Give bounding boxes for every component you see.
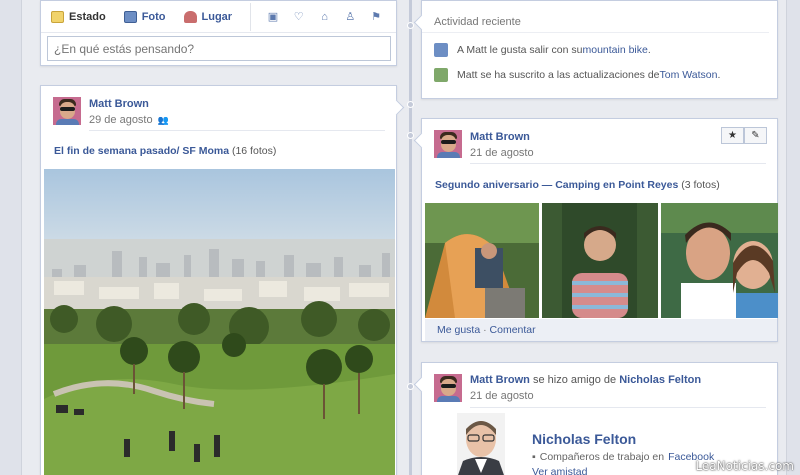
activity-suffix: .: [717, 68, 721, 81]
friendship-verb: se hizo amigo de: [532, 374, 617, 386]
life-event-work-icon[interactable]: ▣: [267, 11, 279, 23]
avatar[interactable]: [53, 97, 81, 125]
tab-place[interactable]: Lugar: [183, 10, 233, 23]
album-photo-tent[interactable]: [425, 203, 539, 318]
status-icon: [51, 10, 64, 23]
album-count: (3 fotos): [681, 179, 720, 191]
activity-title: Actividad reciente: [422, 1, 769, 33]
friend-card-name[interactable]: Nicholas Felton: [532, 431, 636, 447]
composer-tabs: Estado Foto Lugar ▣ ♡ ⌂ ♙ ⚑: [41, 1, 396, 33]
album-link[interactable]: El fin de semana pasado/ SF Moma: [54, 145, 229, 157]
pencil-icon[interactable]: ✎: [744, 127, 767, 144]
life-event-health-icon[interactable]: ♙: [344, 11, 356, 23]
activity-item: A Matt le gusta salir con su mountain bi…: [422, 37, 777, 62]
see-friendship-link[interactable]: Ver amistad: [532, 466, 587, 475]
page-left-gutter: [0, 0, 22, 475]
album-title-line: El fin de semana pasado/ SF Moma (16 fot…: [54, 145, 276, 157]
status-composer: Estado Foto Lugar ▣ ♡ ⌂ ♙ ⚑: [40, 0, 397, 66]
life-event-home-icon[interactable]: ⌂: [319, 11, 331, 23]
timeline-dot: [407, 132, 414, 139]
photo-icon: [123, 10, 137, 23]
recent-activity-card: Actividad reciente A Matt le gusta salir…: [421, 0, 778, 99]
avatar[interactable]: [434, 374, 462, 402]
album-count: (16 fotos): [231, 145, 277, 157]
audience-icon[interactable]: 👥: [158, 115, 169, 126]
friend-card-work: ▪ Compañeros de trabajo en Facebook: [532, 451, 714, 463]
post-date-row: 29 de agosto 👥: [89, 114, 169, 126]
album-photo-san-francisco[interactable]: [44, 169, 395, 475]
post-header: Matt Brown 21 de agosto: [434, 130, 534, 159]
album-title-line: Segundo aniversario — Camping en Point R…: [435, 179, 720, 191]
album-post-sf: Matt Brown 29 de agosto 👥 El fin de sema…: [40, 85, 397, 475]
life-event-heart-icon[interactable]: ♡: [293, 11, 305, 23]
page-right-gutter: [786, 0, 800, 475]
album-photo-hiker[interactable]: [542, 203, 658, 318]
tab-status-label: Estado: [69, 10, 106, 23]
activity-suffix: .: [647, 43, 651, 56]
work-prefix: Compañeros de trabajo en: [539, 451, 665, 463]
like-link[interactable]: Me gusta: [437, 324, 480, 336]
album-link[interactable]: Segundo aniversario — Camping en Point R…: [435, 179, 678, 191]
friend-profile-photo[interactable]: [457, 413, 505, 475]
post-header: Matt Brown 29 de agosto 👥: [53, 97, 169, 126]
activity-item: Matt se ha suscrito a las actualizacione…: [422, 62, 777, 87]
post-date[interactable]: 21 de agosto: [470, 147, 534, 159]
briefcase-icon: ▪: [532, 451, 536, 463]
post-date[interactable]: 21 de agosto: [470, 390, 534, 402]
tab-photo-label: Foto: [141, 10, 166, 23]
divider: [470, 163, 766, 164]
activity-text: A Matt le gusta salir con su: [457, 43, 583, 56]
timeline-spine: [409, 0, 412, 475]
divider: [470, 407, 766, 408]
like-page-icon: [434, 42, 448, 57]
friend-link[interactable]: Nicholas Felton: [619, 374, 701, 386]
tab-separator: [250, 2, 252, 31]
star-icon[interactable]: ★: [721, 127, 744, 144]
post-author[interactable]: Matt Brown: [470, 131, 534, 143]
subscribe-icon: [434, 67, 448, 82]
avatar[interactable]: [434, 130, 462, 158]
place-icon: [183, 10, 197, 23]
post-date-row: 21 de agosto: [470, 390, 701, 402]
action-separator: ·: [483, 324, 487, 336]
activity-link-mountain-bike[interactable]: mountain bike: [582, 44, 647, 56]
post-actions: Me gusta · Comentar: [425, 319, 777, 341]
post-date-row: 21 de agosto: [470, 147, 534, 159]
comment-link[interactable]: Comentar: [490, 324, 536, 336]
post-edit-tools: ★ ✎: [721, 127, 767, 144]
timeline-dot: [407, 101, 414, 108]
watermark: LeaNoticias.com: [695, 459, 794, 473]
post-author[interactable]: Matt Brown: [470, 374, 530, 386]
tab-status[interactable]: Estado: [51, 10, 106, 23]
album-photo-couple[interactable]: [661, 203, 778, 318]
activity-text: Matt se ha suscrito a las actualizacione…: [457, 68, 660, 81]
post-header: Matt Brown se hizo amigo de Nicholas Fel…: [434, 374, 701, 402]
album-photos: [425, 203, 778, 318]
divider: [89, 130, 385, 131]
status-input[interactable]: [47, 36, 391, 61]
activity-link-tom-watson[interactable]: Tom Watson: [660, 69, 718, 81]
tab-place-label: Lugar: [201, 10, 233, 23]
tab-photo[interactable]: Foto: [123, 10, 166, 23]
post-date[interactable]: 29 de agosto: [89, 114, 153, 126]
album-post-camping: Matt Brown 21 de agosto ★ ✎ Segundo aniv…: [421, 118, 778, 342]
post-author[interactable]: Matt Brown: [89, 98, 169, 110]
friendship-sentence: Matt Brown se hizo amigo de Nicholas Fel…: [470, 374, 701, 386]
timeline-dot: [407, 22, 414, 29]
life-event-milestone-icon[interactable]: ⚑: [370, 11, 382, 23]
